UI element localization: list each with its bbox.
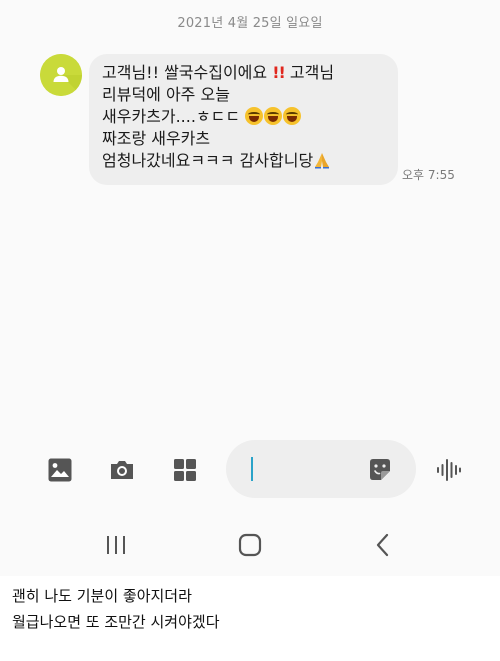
compose-toolbar bbox=[0, 440, 500, 498]
message-line-1: 고객님!! 쌀국수집이에요 !! 고객님 bbox=[102, 62, 398, 84]
message-line-2: 리뷰덕에 아주 오늘 bbox=[102, 85, 230, 104]
image-icon bbox=[48, 458, 72, 482]
message-line-5: 엄청나갔네요ㅋㅋㅋ 감사합니당 bbox=[102, 150, 398, 172]
message-line-3: 새우카츠가....ㅎㄷㄷ bbox=[102, 106, 398, 128]
person-icon bbox=[40, 54, 82, 96]
laughing-emoji bbox=[245, 107, 264, 125]
messages-screen: 2021년 4월 25일 일요일 고객님!! 쌀국수집이에요 !! 고객님 리뷰… bbox=[0, 0, 500, 576]
message-input[interactable] bbox=[226, 440, 416, 498]
system-navigation-bar bbox=[0, 520, 500, 570]
message-line-4: 짜조랑 새우카츠 bbox=[102, 129, 211, 148]
laughing-emoji bbox=[283, 107, 302, 125]
recents-button[interactable] bbox=[103, 532, 129, 558]
voice-input-button[interactable] bbox=[436, 457, 462, 483]
voice-icon bbox=[437, 459, 461, 481]
message-text: 엄청나갔네요ㅋㅋㅋ 감사합니당 bbox=[102, 151, 314, 170]
gallery-button[interactable] bbox=[47, 457, 73, 483]
double-exclamation-emoji: !! bbox=[272, 63, 286, 82]
camera-icon bbox=[111, 461, 133, 479]
apps-button[interactable] bbox=[172, 457, 198, 483]
sticker-button[interactable] bbox=[367, 457, 393, 483]
message-bubble[interactable]: 고객님!! 쌀국수집이에요 !! 고객님 리뷰덕에 아주 오늘 새우카츠가...… bbox=[89, 54, 398, 185]
contact-avatar[interactable] bbox=[40, 54, 82, 96]
home-icon bbox=[238, 533, 262, 557]
date-header: 2021년 4월 25일 일요일 bbox=[177, 16, 323, 31]
back-button[interactable] bbox=[370, 532, 396, 558]
message-text: 고객님!! 쌀국수집이에요 bbox=[102, 63, 273, 82]
caption-line-2: 월급나오면 또 조만간 시켜야겠다 bbox=[12, 613, 220, 631]
home-button[interactable] bbox=[237, 532, 263, 558]
folded-hands-emoji bbox=[315, 153, 330, 169]
back-icon bbox=[376, 533, 389, 557]
caption-line-1: 괜히 나도 기분이 좋아지더라 bbox=[12, 587, 192, 605]
sticker-icon bbox=[370, 459, 390, 480]
recents-icon bbox=[107, 536, 125, 554]
text-cursor bbox=[251, 457, 253, 481]
message-text: 고객님 bbox=[284, 63, 335, 82]
message-text: 새우카츠가....ㅎㄷㄷ bbox=[102, 107, 246, 126]
camera-button[interactable] bbox=[109, 457, 135, 483]
laughing-emoji bbox=[264, 107, 283, 125]
message-timestamp: 오후 7:55 bbox=[402, 168, 455, 182]
apps-grid-icon bbox=[174, 459, 196, 481]
post-caption: 괜히 나도 기분이 좋아지더라 월급나오면 또 조만간 시켜야겠다 bbox=[12, 583, 220, 635]
